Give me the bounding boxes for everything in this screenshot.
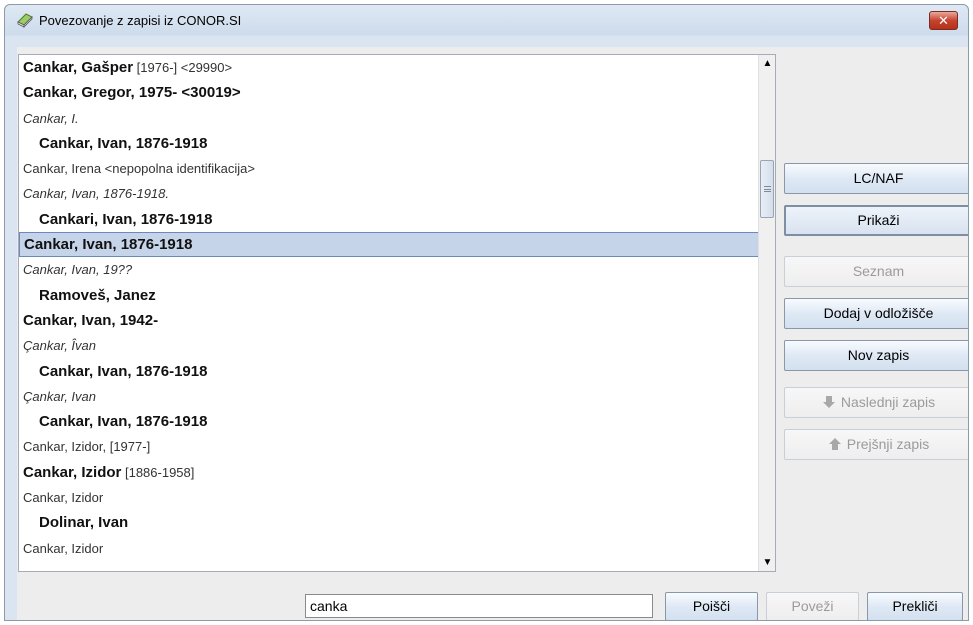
list-item-heading: Cankar, Ivan, 1876-1918 [24, 236, 193, 254]
dialog-body: Cankar, Gašper [1976-] <29990> Cankar, Gr… [17, 47, 968, 620]
list-item[interactable]: Cankar, Izidor [19, 536, 759, 561]
cancel-button[interactable]: Prekliči [867, 592, 963, 620]
next-record-button[interactable]: Naslednji zapis [784, 387, 968, 418]
list-item[interactable]: Cankar, I. [19, 106, 759, 131]
list-item[interactable]: Çankar, Îvan [19, 333, 759, 358]
scroll-down-arrow-icon[interactable]: ▼ [759, 554, 775, 571]
previous-record-label: Prejšnji zapis [846, 436, 930, 452]
list-item[interactable]: Cankari, Ivan, 1876-1918 [19, 207, 759, 232]
link-button[interactable]: Poveži [766, 592, 859, 620]
search-input[interactable] [305, 594, 653, 618]
arrow-down-icon [822, 396, 835, 408]
arrow-up-icon [828, 438, 841, 450]
list-item[interactable]: Cankar, Gašper [1976-] <29990> [19, 55, 759, 80]
list-item[interactable]: Cankar, Ivan, 1876-1918 [19, 232, 759, 258]
window-title: Povezovanje z zapisi iz CONOR.SI [39, 13, 242, 28]
lcnaf-button[interactable]: LC/NAF [784, 163, 968, 194]
seznam-button[interactable]: Seznam [784, 256, 968, 287]
list-item[interactable]: Cankar, Ivan, 19?? [19, 257, 759, 282]
add-to-clipboard-button[interactable]: Dodaj v odložišče [784, 298, 968, 329]
list-item-heading: Cankar, Gregor, 1975- <30019> [23, 84, 241, 102]
list-item[interactable]: Ramoveš, Janez [19, 283, 759, 308]
book-icon [17, 13, 33, 28]
list-item[interactable]: Cankar, Gregor, 1975- <30019> [19, 80, 759, 105]
previous-record-button[interactable]: Prejšnji zapis [784, 429, 968, 460]
results-list-items: Cankar, Gašper [1976-] <29990> Cankar, Gr… [19, 55, 759, 561]
close-button[interactable]: ✕ [929, 11, 958, 30]
title-bar[interactable]: Povezovanje z zapisi iz CONOR.SI ✕ [5, 5, 968, 36]
list-item[interactable]: Cankar, Ivan, 1876-1918 [19, 359, 759, 384]
scroll-thumb[interactable] [760, 160, 774, 218]
list-item[interactable]: Cankar, Ivan, 1876-1918 [19, 131, 759, 156]
next-record-label: Naslednji zapis [840, 394, 936, 410]
grip-icon [764, 186, 771, 192]
list-item[interactable]: Cankar, Ivan, 1942- [19, 308, 759, 333]
list-item[interactable]: Cankar, Irena <nepopolna identifikacija> [19, 156, 759, 181]
list-item[interactable]: Çankar, Ivan [19, 384, 759, 409]
list-item[interactable]: Cankar, Ivan, 1876-1918 [19, 409, 759, 434]
list-item[interactable]: Dolinar, Ivan [19, 510, 759, 535]
list-item[interactable]: Cankar, Izidor [19, 485, 759, 510]
list-item-heading: Cankar, Ivan, 1942- [23, 311, 159, 329]
search-button[interactable]: Poišči [665, 592, 758, 620]
list-item[interactable]: Cankar, Izidor, [1977-] [19, 434, 759, 459]
list-item-detail: [1886-1958] [121, 464, 195, 480]
list-item[interactable]: Cankar, Izidor [1886-1958] [19, 460, 759, 485]
vertical-scrollbar[interactable]: ▲ ▼ [758, 55, 775, 571]
results-list[interactable]: Cankar, Gašper [1976-] <29990> Cankar, Gr… [18, 54, 776, 572]
prikazi-button[interactable]: Prikaži [784, 205, 968, 236]
list-item-detail: [1976-] <29990> [133, 60, 233, 75]
list-item-heading: Cankar, Izidor [23, 463, 122, 481]
scroll-up-arrow-icon[interactable]: ▲ [759, 55, 775, 72]
list-item-heading: Cankar, Gašper [23, 59, 134, 76]
list-item[interactable]: Cankar, Ivan, 1876-1918. [19, 181, 759, 206]
new-record-button[interactable]: Nov zapis [784, 340, 968, 371]
dialog-window: Povezovanje z zapisi iz CONOR.SI ✕ Canka… [4, 4, 969, 621]
